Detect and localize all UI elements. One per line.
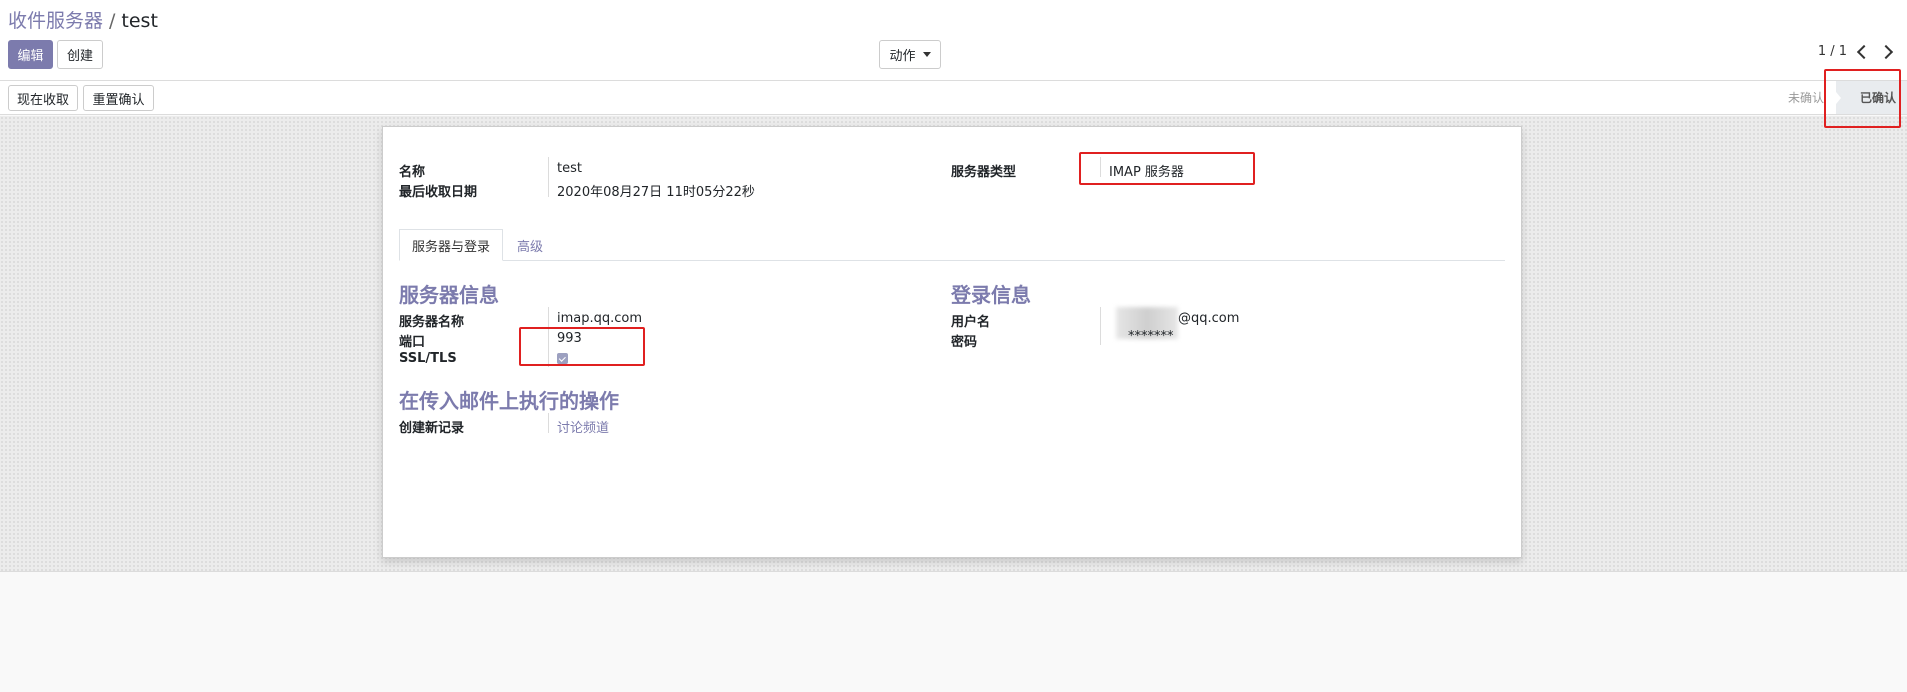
field-divider — [1100, 307, 1101, 345]
create-button[interactable]: 创建 — [57, 40, 103, 69]
status-bar: 现在收取 重置确认 未确认 已确认 — [0, 80, 1907, 115]
server-name-value[interactable]: imap.qq.com — [557, 311, 642, 326]
ssl-label: SSL/TLS — [399, 351, 457, 366]
stage-arrow-divider — [1827, 81, 1841, 115]
chevron-left-icon[interactable] — [1856, 44, 1872, 59]
caret-down-icon — [922, 52, 931, 57]
form-sheet: 名称 test 最后收取日期 2020年08月27日 11时05分22秒 服务器… — [382, 126, 1522, 558]
field-divider — [548, 307, 549, 367]
server-info-title: 服务器信息 — [399, 283, 499, 307]
last-fetch-value[interactable]: 2020年08月27日 11时05分22秒 — [557, 181, 755, 200]
stage-confirmed[interactable]: 已确认 — [1836, 81, 1907, 114]
last-fetch-label: 最后收取日期 — [399, 185, 478, 200]
notebook-tabs: 服务器与登录 高级 — [399, 229, 1505, 261]
name-value[interactable]: test — [557, 161, 582, 176]
field-divider — [548, 177, 549, 197]
action-dropdown[interactable]: 动作 — [879, 40, 941, 69]
username-value[interactable]: @qq.com — [1178, 311, 1239, 326]
form-background: 名称 test 最后收取日期 2020年08月27日 11时05分22秒 服务器… — [0, 116, 1907, 572]
pager: 1 / 1 — [1818, 44, 1894, 59]
breadcrumb-current: test — [121, 10, 158, 32]
server-type-value[interactable]: IMAP 服务器 — [1109, 161, 1184, 180]
fetch-now-button[interactable]: 现在收取 — [8, 85, 78, 111]
port-label: 端口 — [399, 335, 426, 350]
field-divider — [1100, 157, 1101, 177]
tab-advanced[interactable]: 高级 — [517, 229, 543, 261]
actions-title: 在传入邮件上执行的操作 — [399, 389, 619, 413]
reset-confirmation-button[interactable]: 重置确认 — [83, 85, 154, 111]
name-label: 名称 — [399, 165, 426, 180]
tab-server-login[interactable]: 服务器与登录 — [399, 229, 503, 261]
server-name-label: 服务器名称 — [399, 315, 465, 330]
field-divider — [548, 157, 549, 177]
ssl-checkbox[interactable] — [557, 353, 568, 364]
breadcrumb: 收件服务器 / test — [8, 6, 158, 33]
breadcrumb-separator: / — [109, 10, 116, 32]
breadcrumb-parent-link[interactable]: 收件服务器 — [8, 10, 103, 32]
create-record-link[interactable]: 讨论频道 — [557, 417, 609, 436]
field-divider — [548, 413, 549, 433]
port-value[interactable]: 993 — [557, 331, 582, 346]
chevron-right-icon[interactable] — [1878, 44, 1894, 59]
password-value[interactable]: ******* — [1128, 329, 1174, 344]
password-label: 密码 — [951, 335, 978, 350]
login-info-title: 登录信息 — [951, 283, 1031, 307]
edit-button[interactable]: 编辑 — [8, 40, 53, 69]
control-panel: 收件服务器 / test 编辑 创建 动作 1 / 1 — [0, 0, 1907, 80]
action-dropdown-label: 动作 — [889, 49, 916, 64]
pager-value[interactable]: 1 / 1 — [1818, 44, 1847, 59]
server-type-label: 服务器类型 — [951, 165, 1017, 180]
username-label: 用户名 — [951, 315, 991, 330]
create-record-label: 创建新记录 — [399, 421, 465, 436]
